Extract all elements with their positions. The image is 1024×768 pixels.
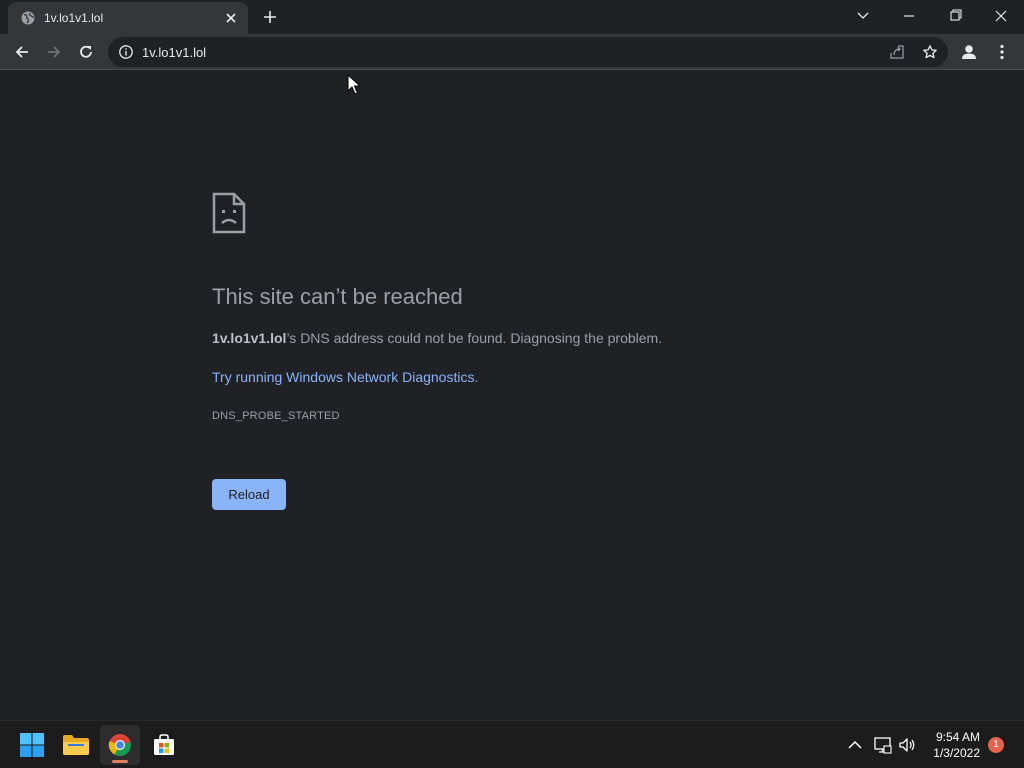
error-message: 1v.lo1v1.lol’s DNS address could not be … (212, 330, 662, 346)
close-tab-icon[interactable] (222, 9, 240, 27)
restore-icon[interactable] (943, 6, 967, 26)
new-tab-icon[interactable] (260, 7, 280, 27)
kebab-menu-icon (1000, 44, 1004, 60)
active-app-indicator (112, 760, 128, 763)
reload-toolbar-button[interactable] (74, 40, 98, 64)
minimize-icon[interactable] (897, 6, 921, 26)
store-button[interactable] (144, 725, 184, 765)
menu-button[interactable] (990, 40, 1014, 64)
sad-document-icon (212, 192, 246, 234)
tab-strip: 1v.lo1v1.lol (0, 0, 1024, 34)
error-page: This site can’t be reached 1v.lo1v1.lol’… (0, 71, 1024, 720)
error-message-text: ’s DNS address could not be found. Diagn… (286, 330, 663, 346)
start-button[interactable] (12, 725, 52, 765)
show-hidden-icons-chevron-icon[interactable] (845, 735, 865, 755)
globe-icon (21, 11, 35, 25)
system-clock[interactable]: 9:54 AM 1/3/2022 (933, 729, 980, 761)
forward-button[interactable] (42, 40, 66, 64)
volume-icon[interactable] (897, 735, 917, 755)
bookmark-star-icon[interactable] (922, 44, 938, 60)
tab-title: 1v.lo1v1.lol (44, 11, 104, 25)
store-bag-icon (154, 734, 174, 755)
windows-taskbar: 9:54 AM 1/3/2022 1 (0, 720, 1024, 768)
reload-button[interactable]: Reload (212, 479, 286, 510)
back-arrow-icon (15, 46, 28, 58)
forward-arrow-icon (48, 46, 61, 58)
clock-date: 1/3/2022 (933, 746, 980, 760)
url-text[interactable]: 1v.lo1v1.lol (142, 45, 206, 60)
network-icon[interactable] (873, 735, 893, 755)
address-bar[interactable]: 1v.lo1v1.lol (108, 37, 948, 67)
profile-icon (962, 45, 976, 59)
windows-logo-icon (20, 733, 44, 757)
reload-icon (80, 45, 92, 58)
error-code: DNS_PROBE_STARTED (212, 410, 340, 422)
chrome-icon (108, 734, 131, 756)
back-button[interactable] (10, 40, 34, 64)
browser-tab[interactable]: 1v.lo1v1.lol (8, 2, 248, 34)
error-host: 1v.lo1v1.lol (212, 330, 287, 346)
link-period: . (474, 369, 479, 385)
site-info-icon[interactable] (118, 44, 134, 60)
folder-icon (63, 735, 89, 755)
profile-button[interactable] (957, 40, 981, 64)
diagnostics-suggestion: Try running Windows Network Diagnostics. (212, 369, 478, 385)
chrome-taskbar-button[interactable] (100, 725, 140, 765)
share-icon[interactable] (889, 44, 905, 60)
mouse-cursor-icon (347, 74, 361, 95)
notification-badge[interactable]: 1 (988, 737, 1004, 753)
file-explorer-button[interactable] (56, 725, 96, 765)
browser-toolbar: 1v.lo1v1.lol (0, 34, 1024, 70)
network-diagnostics-link[interactable]: Try running Windows Network Diagnostics (212, 369, 474, 385)
tab-search-chevron-icon[interactable] (851, 6, 875, 26)
close-window-icon[interactable] (989, 6, 1013, 26)
error-heading: This site can’t be reached (212, 284, 463, 309)
clock-time: 9:54 AM (935, 730, 980, 744)
